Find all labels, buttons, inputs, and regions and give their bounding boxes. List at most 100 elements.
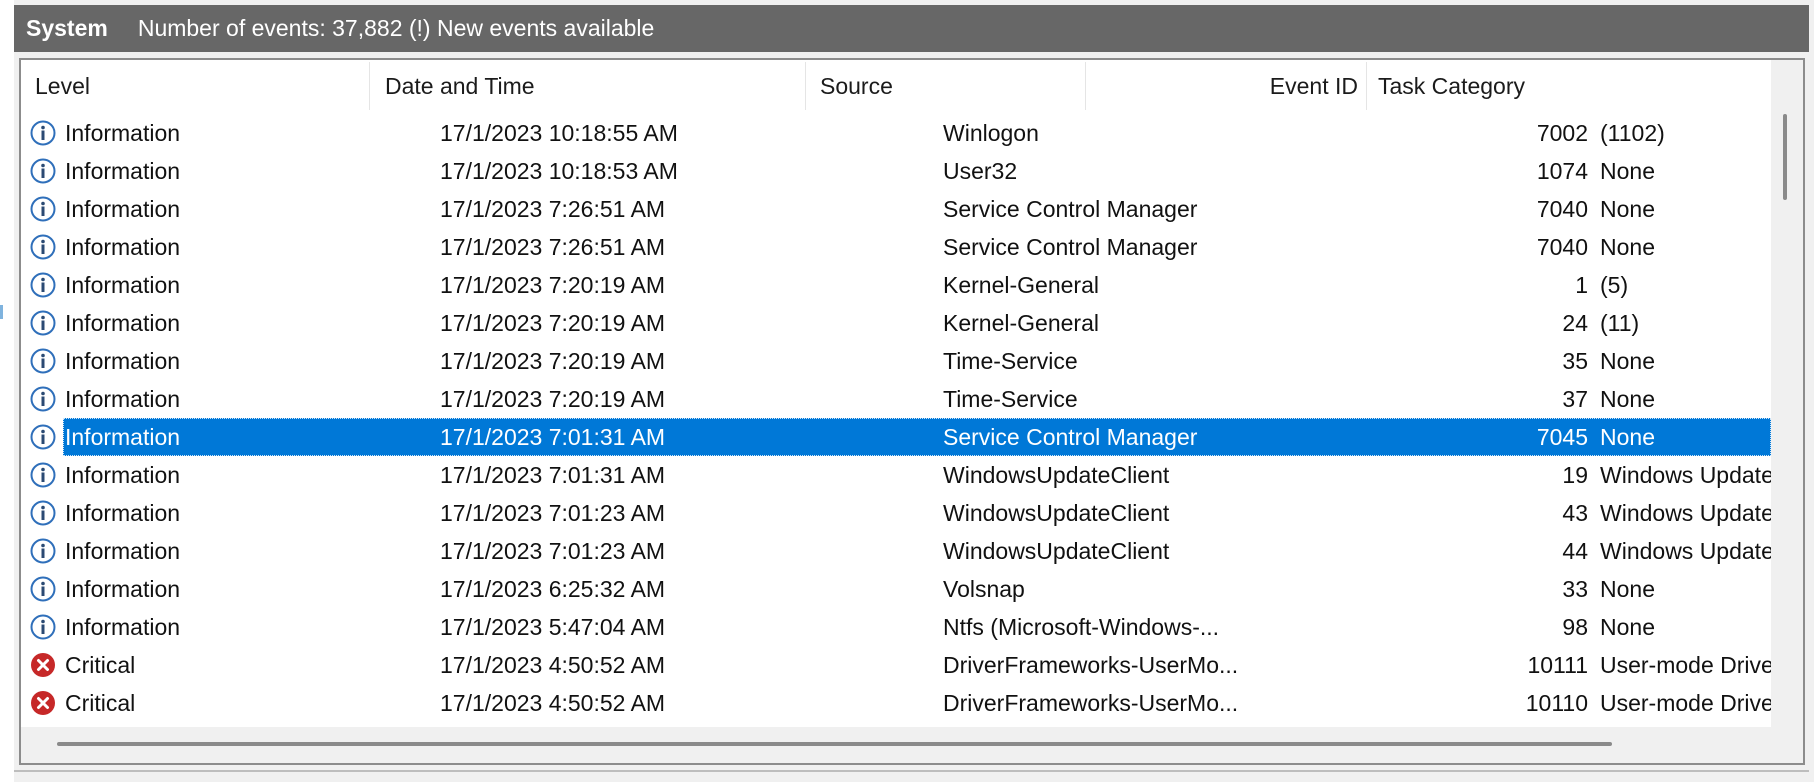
column-header-task-category[interactable]: Task Category	[1366, 60, 1771, 112]
cell-date-time: 17/1/2023 7:01:31 AM	[440, 462, 666, 488]
column-header-event-id[interactable]: Event ID	[1086, 60, 1366, 112]
events-list-panel: Level Date and Time Source Event ID Task…	[19, 58, 1805, 765]
cell-task-category: (11)	[1600, 310, 1640, 336]
table-row[interactable]: Information 17/1/2023 5:47:04 AM Ntfs (Mic…	[21, 608, 1771, 646]
cell-date-time: 17/1/2023 7:26:51 AM	[440, 234, 666, 260]
column-header-source[interactable]: Source	[806, 60, 1086, 112]
table-row[interactable]: Information 17/1/2023 10:18:55 AM Winlogon…	[21, 114, 1771, 152]
table-row[interactable]: Information 17/1/2023 10:18:53 AM User32 10…	[21, 152, 1771, 190]
table-row[interactable]: Critical 17/1/2023 4:50:52 AM DriverFramew…	[21, 646, 1771, 684]
cell-level: Information	[65, 196, 181, 222]
cell-source: Winlogon	[943, 120, 1039, 146]
table-row[interactable]: Information 17/1/2023 7:20:19 AM Time-Serv…	[21, 380, 1771, 418]
cell-source: WindowsUpdateClient	[943, 500, 1170, 526]
column-divider[interactable]	[369, 62, 370, 110]
cell-date-time: 17/1/2023 7:20:19 AM	[440, 348, 666, 374]
table-row[interactable]: Information 17/1/2023 7:01:23 AM WindowsUp…	[21, 532, 1771, 570]
info-icon	[30, 272, 56, 298]
cell-date-time: 17/1/2023 7:20:19 AM	[440, 272, 666, 298]
cell-event-id: 10110	[1525, 690, 1588, 716]
cell-source: WindowsUpdateClient	[943, 462, 1170, 488]
cell-source: Ntfs (Microsoft-Windows-...	[943, 614, 1220, 640]
cell-task-category: None	[1600, 614, 1655, 640]
info-icon	[30, 386, 56, 412]
log-name: System	[26, 15, 108, 41]
cell-event-id: 24	[1562, 310, 1588, 336]
cell-source: Time-Service	[943, 348, 1078, 374]
event-count-text[interactable]: Number of events: 37,882 (!) New events …	[138, 15, 655, 42]
cell-event-id: 1	[1575, 272, 1588, 298]
cell-event-id: 35	[1562, 348, 1588, 374]
info-icon	[30, 234, 56, 260]
cell-date-time: 17/1/2023 7:01:23 AM	[440, 500, 666, 526]
cell-event-id: 19	[1562, 462, 1588, 488]
info-icon	[30, 158, 56, 184]
cell-level: Critical	[65, 690, 136, 716]
info-icon	[30, 614, 56, 640]
cell-date-time: 17/1/2023 10:18:55 AM	[440, 120, 678, 146]
cell-event-id: 1074	[1536, 158, 1588, 184]
cell-level: Information	[65, 272, 181, 298]
table-row[interactable]: Information 17/1/2023 6:25:32 AM Volsnap 33…	[21, 570, 1771, 608]
vertical-scrollbar[interactable]	[1771, 60, 1803, 727]
cell-source: Volsnap	[943, 576, 1025, 602]
cell-level: Information	[65, 120, 181, 146]
cell-source: DriverFrameworks-UserMo...	[943, 652, 1239, 678]
info-icon	[30, 424, 56, 450]
cell-level: Critical	[65, 652, 136, 678]
cell-source: Kernel-General	[943, 310, 1099, 336]
table-row[interactable]: Critical 17/1/2023 4:50:52 AM DriverFramew…	[21, 684, 1771, 722]
table-row[interactable]: Information 17/1/2023 7:20:19 AM Time-Serv…	[21, 342, 1771, 380]
cell-level: Information	[65, 424, 181, 450]
cell-date-time: 17/1/2023 6:25:32 AM	[440, 576, 666, 602]
events-table-body: Information 17/1/2023 10:18:55 AM Winlogon…	[21, 112, 1771, 727]
cell-source: Kernel-General	[943, 272, 1099, 298]
cell-level: Information	[65, 538, 181, 564]
cell-task-category: Windows Update	[1600, 538, 1771, 564]
table-row[interactable]: Information 17/1/2023 7:01:31 AM WindowsUp…	[21, 456, 1771, 494]
table-row[interactable]: Information 17/1/2023 7:20:19 AM Kernel-Ge…	[21, 304, 1771, 342]
cell-task-category: Windows Update	[1600, 500, 1771, 526]
cell-event-id: 37	[1562, 386, 1588, 412]
horizontal-scrollbar[interactable]	[21, 727, 1803, 763]
cell-date-time: 17/1/2023 7:20:19 AM	[440, 386, 666, 412]
table-row[interactable]: Information 17/1/2023 7:01:23 AM WindowsUp…	[21, 494, 1771, 532]
cell-event-id: 33	[1562, 576, 1588, 602]
table-row-selected[interactable]: Information 17/1/2023 7:01:31 AM Service C…	[21, 418, 1771, 456]
cell-date-time: 17/1/2023 7:01:23 AM	[440, 538, 666, 564]
cell-event-id: 43	[1562, 500, 1588, 526]
cell-source: User32	[943, 158, 1018, 184]
column-header-level[interactable]: Level	[21, 60, 371, 112]
left-pane-edge	[0, 0, 14, 782]
critical-icon	[30, 652, 56, 678]
cell-level: Information	[65, 576, 181, 602]
cell-date-time: 17/1/2023 7:26:51 AM	[440, 196, 666, 222]
cell-level: Information	[65, 234, 181, 260]
info-icon	[30, 120, 56, 146]
cell-level: Information	[65, 500, 181, 526]
cell-task-category: (1102)	[1600, 120, 1665, 146]
info-icon	[30, 500, 56, 526]
cell-source: Time-Service	[943, 386, 1078, 412]
cell-task-category: None	[1600, 234, 1655, 260]
cell-event-id: 98	[1562, 614, 1588, 640]
cell-date-time: 17/1/2023 4:50:52 AM	[440, 690, 666, 716]
cell-task-category: None	[1600, 196, 1655, 222]
cell-level: Information	[65, 310, 181, 336]
info-icon	[30, 576, 56, 602]
horizontal-scroll-thumb[interactable]	[57, 742, 1612, 746]
table-row[interactable]: Information 17/1/2023 7:26:51 AM Service C…	[21, 190, 1771, 228]
vertical-scroll-thumb[interactable]	[1783, 114, 1787, 200]
table-row[interactable]: Information 17/1/2023 7:20:19 AM Kernel-Ge…	[21, 266, 1771, 304]
table-row[interactable]: Information 17/1/2023 7:26:51 AM Service C…	[21, 228, 1771, 266]
cell-event-id: 44	[1562, 538, 1588, 564]
cell-event-id: 10111	[1527, 652, 1588, 678]
info-icon	[30, 196, 56, 222]
cell-date-time: 17/1/2023 7:20:19 AM	[440, 310, 666, 336]
critical-icon	[30, 690, 56, 716]
cell-task-category: None	[1600, 386, 1655, 412]
column-header-date[interactable]: Date and Time	[371, 60, 806, 112]
cell-date-time: 17/1/2023 4:50:52 AM	[440, 652, 666, 678]
cell-event-id: 7040	[1536, 196, 1588, 222]
info-icon	[30, 462, 56, 488]
